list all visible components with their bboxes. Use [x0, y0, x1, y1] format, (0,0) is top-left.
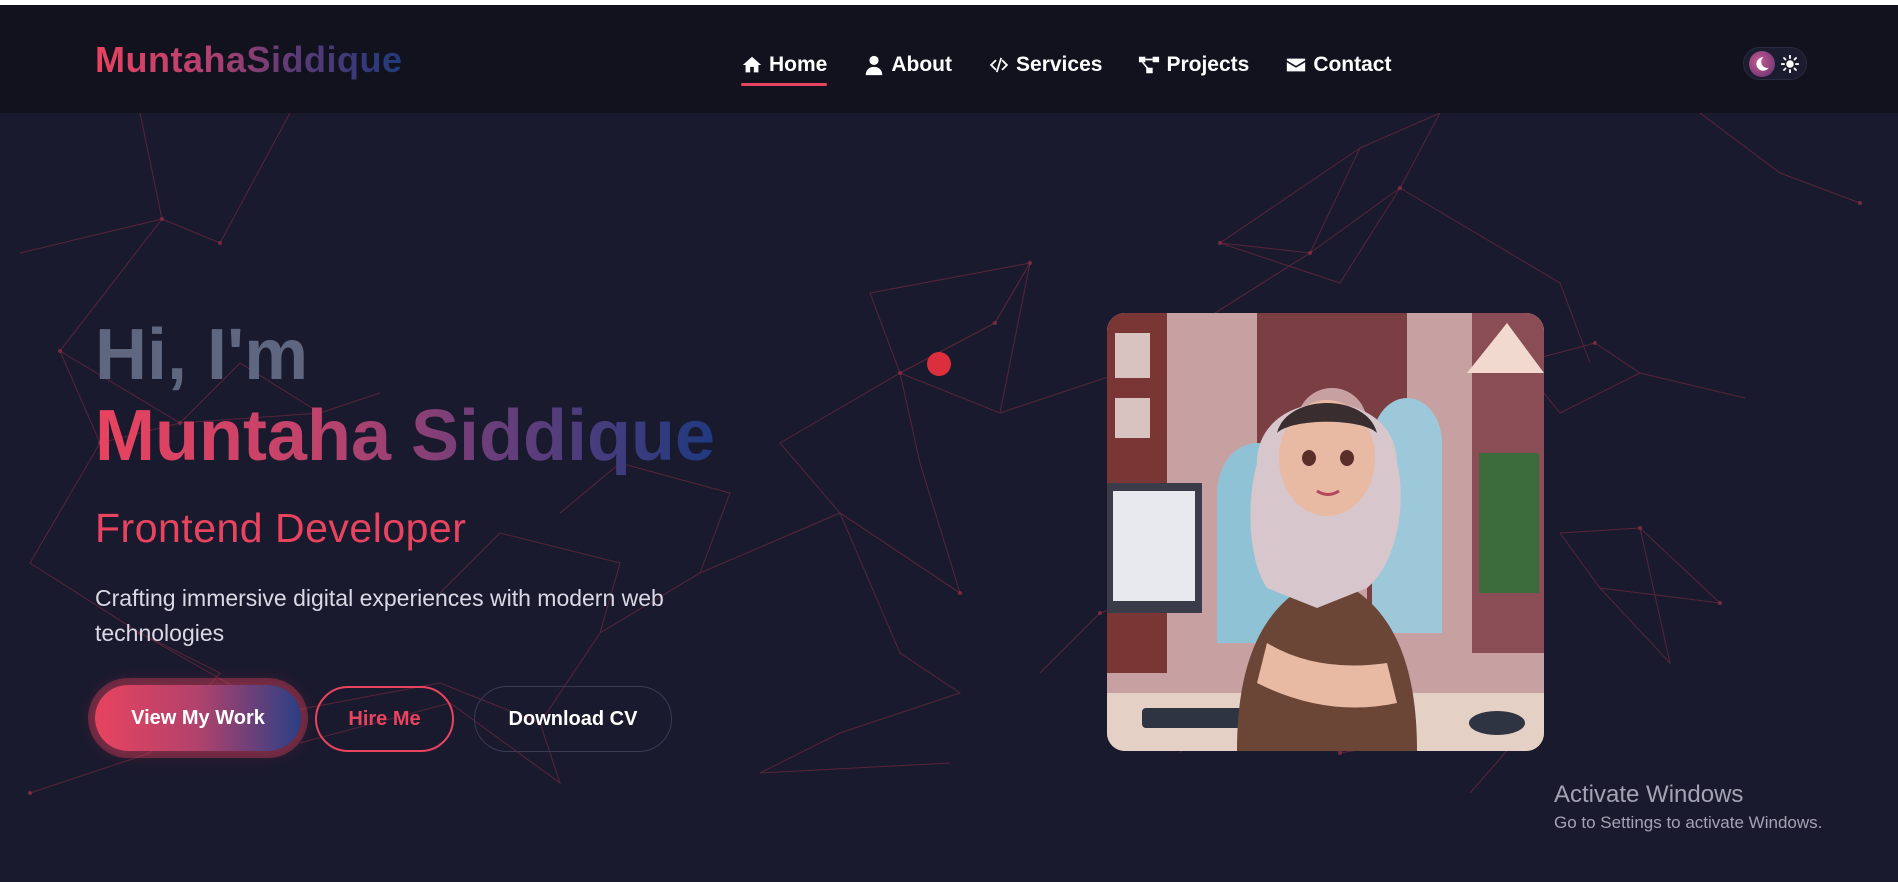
user-icon — [866, 55, 883, 76]
sun-icon — [1779, 53, 1801, 75]
network-background — [19, 113, 1862, 795]
nav-about[interactable]: About — [863, 49, 952, 81]
code-icon — [989, 57, 1009, 73]
home-icon — [742, 56, 762, 73]
nav-projects-label: Projects — [1166, 53, 1250, 76]
nav-home[interactable]: Home — [741, 49, 828, 86]
hero-name: Muntaha Siddique — [95, 396, 715, 476]
nav-services-label: Services — [1016, 53, 1103, 76]
nav-contact-label: Contact — [1313, 53, 1392, 76]
watermark-title: Activate Windows — [1554, 781, 1744, 808]
nav-contact[interactable]: Contact — [1285, 49, 1391, 81]
nav-services[interactable]: Services — [988, 49, 1102, 81]
project-diagram-icon — [1139, 56, 1160, 74]
main-nav: Home About Services Projects Contact — [741, 49, 1427, 86]
navbar: MuntahaSiddique Home About Services Proj… — [0, 5, 1898, 113]
watermark-subtitle: Go to Settings to activate Windows. — [1554, 813, 1823, 832]
view-my-work-button[interactable]: View My Work — [95, 685, 301, 751]
hero-description: Crafting immersive digital experiences w… — [95, 585, 664, 646]
hero-greeting: Hi, I'm — [95, 315, 309, 395]
hire-me-button[interactable]: Hire Me — [315, 686, 454, 752]
site-logo[interactable]: MuntahaSiddique — [95, 39, 403, 81]
cursor-dot — [927, 352, 951, 376]
portrait-illustration — [1107, 313, 1544, 751]
nav-home-label: Home — [769, 53, 828, 76]
envelope-icon — [1287, 58, 1306, 72]
windows-activation-watermark: Activate Windows Go to Settings to activ… — [1554, 780, 1822, 836]
theme-toggle[interactable] — [1743, 47, 1807, 80]
hero-role: Frontend Developer — [95, 505, 467, 551]
moon-icon — [1749, 50, 1775, 77]
download-cv-button[interactable]: Download CV — [474, 686, 672, 752]
nav-projects[interactable]: Projects — [1138, 49, 1249, 81]
nav-about-label: About — [891, 53, 953, 76]
